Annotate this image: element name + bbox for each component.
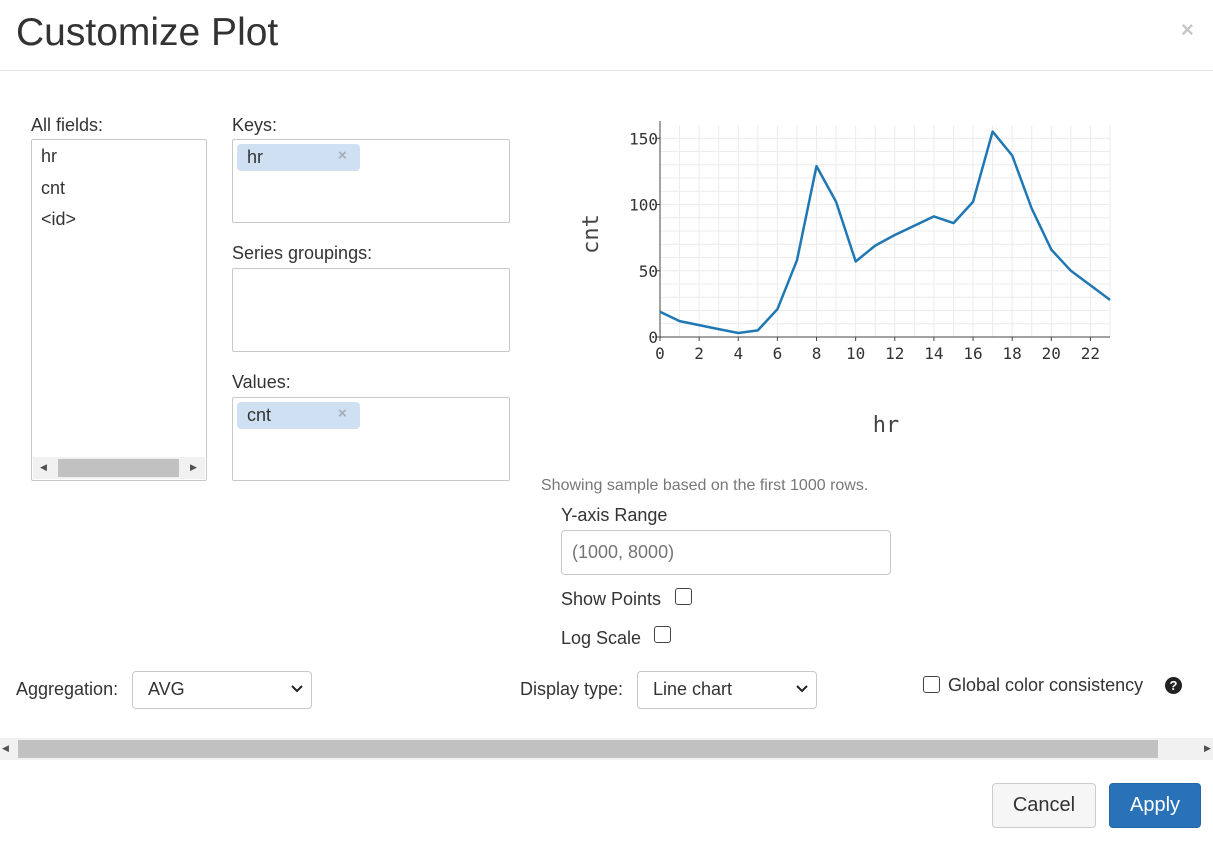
x-tick-label: 6 [773,344,783,363]
cancel-button[interactable]: Cancel [992,783,1096,828]
dialog-title: Customize Plot [16,11,279,54]
header-divider [0,70,1213,71]
values-dropzone[interactable]: cnt × [232,397,510,481]
x-tick-label: 4 [733,344,743,363]
global-color-checkbox[interactable] [923,676,940,693]
display-type-select[interactable]: Line chart [637,671,817,709]
all-fields-list[interactable]: hr cnt <id> ◀ ▶ [31,139,207,481]
y-axis-range-label: Y-axis Range [561,505,668,525]
y-axis-range-input[interactable] [561,530,891,575]
field-item-id[interactable]: <id> [41,209,76,230]
series-groupings-label: Series groupings: [232,243,373,263]
key-pill-hr[interactable]: hr × [237,144,360,171]
value-pill-cnt[interactable]: cnt × [237,402,360,429]
y-tick-label: 50 [639,262,658,281]
fields-horizontal-scrollbar[interactable]: ◀ ▶ [33,457,205,479]
field-item-hr[interactable]: hr [41,146,57,167]
line-chart: 0 2 4 6 8 10 12 14 16 18 20 22050100150 hr cnt [579,121,1111,438]
values-label: Values: [232,372,291,392]
x-tick-label: 12 [885,344,904,363]
y-tick-label: 150 [629,129,658,148]
y-tick-label: 100 [629,196,658,215]
series-line-cnt [659,130,1111,335]
x-tick-label: 2 [694,344,704,363]
sample-note: Showing sample based on the first 1000 r… [541,477,869,494]
y-axis-label: cnt [579,214,604,254]
chevron-down-icon [796,685,808,693]
close-icon[interactable]: × [1181,17,1194,43]
chevron-down-icon [291,685,303,693]
x-tick-label: 20 [1042,344,1061,363]
display-type-label: Display type: [520,679,624,699]
body-horizontal-scrollbar[interactable]: ◀ ▶ [0,738,1213,760]
scroll-left-icon[interactable]: ◀ [2,744,9,753]
aggregation-value: AVG [148,679,185,699]
x-tick-label: 22 [1081,344,1100,363]
value-pill-label: cnt [247,405,272,425]
aggregation-select[interactable]: AVG [132,671,312,709]
remove-value-icon[interactable]: × [338,405,347,422]
field-item-cnt[interactable]: cnt [41,178,65,199]
y-tick-label: 0 [648,328,658,347]
key-pill-label: hr [247,147,264,167]
aggregation-label: Aggregation: [16,679,119,699]
all-fields-label: All fields: [31,115,104,135]
x-axis-label: hr [873,413,900,438]
scrollbar-thumb[interactable] [18,740,1158,758]
show-points-checkbox[interactable] [675,588,692,605]
remove-key-icon[interactable]: × [338,147,347,164]
scroll-right-icon[interactable]: ▶ [1204,744,1211,753]
display-type-value: Line chart [653,679,733,699]
x-tick-label: 18 [1003,344,1022,363]
x-tick-label: 16 [963,344,982,363]
show-points-label: Show Points [561,589,662,609]
keys-label: Keys: [232,115,278,135]
log-scale-checkbox[interactable] [654,626,671,643]
scroll-right-icon[interactable]: ▶ [190,463,197,472]
global-color-label: Global color consistency [948,675,1144,695]
question-circle-icon[interactable]: ? [1165,677,1182,694]
scrollbar-thumb[interactable] [58,459,179,477]
log-scale-label: Log Scale [561,628,642,648]
x-tick-label: 8 [812,344,822,363]
apply-button[interactable]: Apply [1109,783,1201,828]
scroll-left-icon[interactable]: ◀ [40,463,47,472]
keys-dropzone[interactable]: hr × [232,139,510,223]
x-tick-label: 14 [924,344,943,363]
x-tick-label: 10 [846,344,865,363]
series-groupings-dropzone[interactable] [232,268,510,352]
